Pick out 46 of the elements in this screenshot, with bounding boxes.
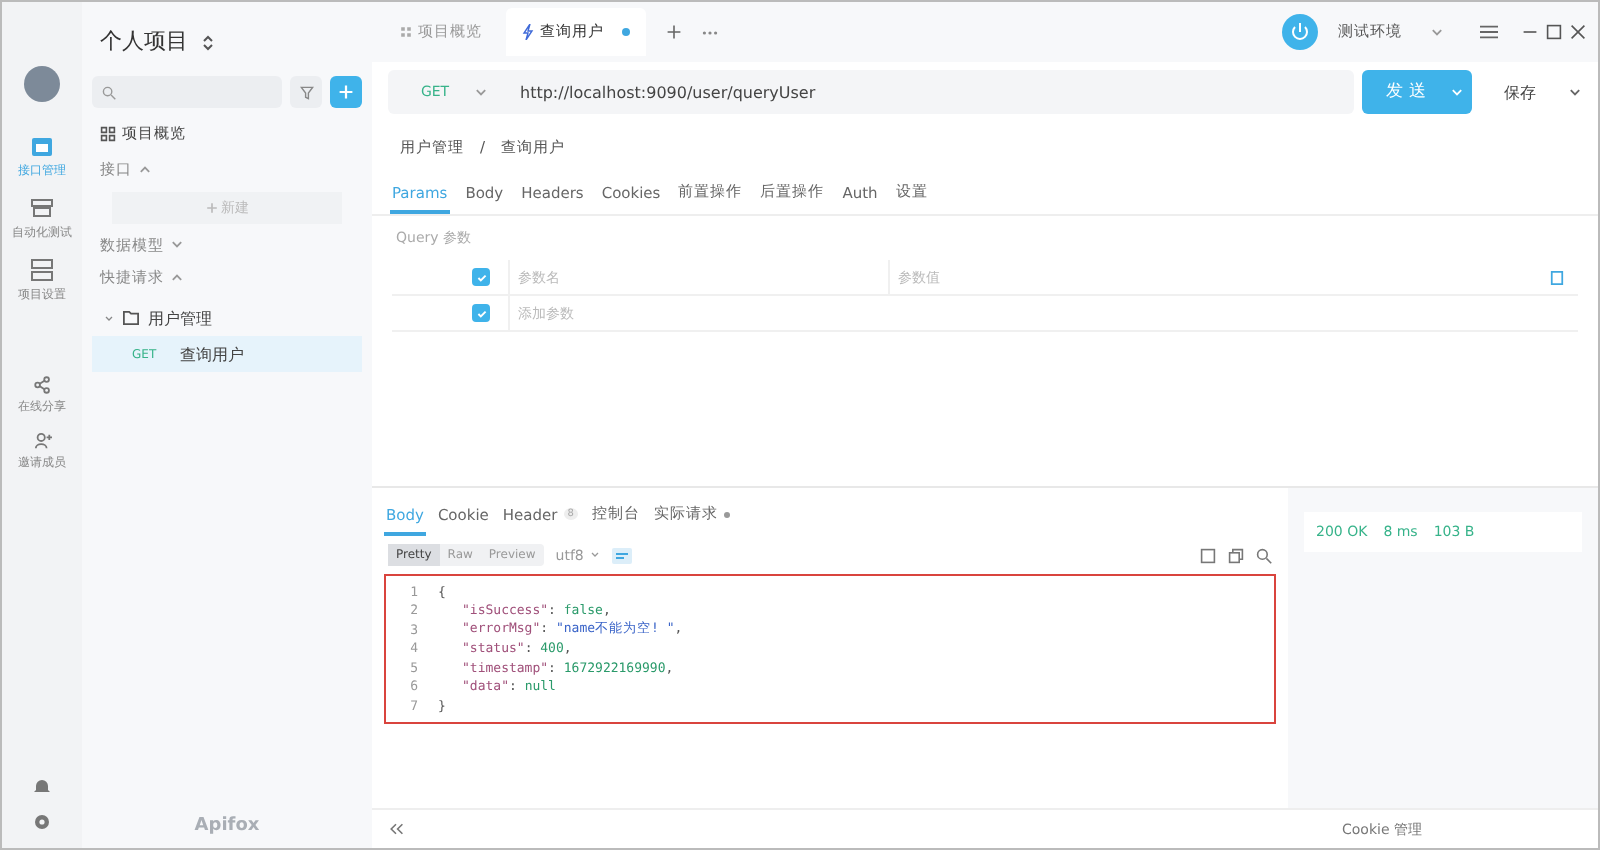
power-icon[interactable] (1282, 14, 1318, 50)
check-icon (475, 307, 487, 319)
add-button[interactable] (330, 76, 362, 108)
plus-icon[interactable] (666, 24, 682, 40)
server-icon (30, 258, 54, 282)
save-button[interactable]: 保存 (1480, 70, 1560, 114)
filter-icon (299, 85, 313, 99)
brand-logo: Apifox (192, 816, 262, 836)
check-icon (475, 271, 487, 283)
caret-down-icon (473, 85, 488, 99)
search-icon[interactable] (1256, 547, 1272, 563)
more-icon[interactable] (702, 29, 718, 35)
checkbox[interactable] (472, 304, 490, 322)
plus-icon (338, 84, 354, 100)
grid-icon (400, 26, 412, 38)
close-icon[interactable] (1570, 24, 1586, 40)
share-icon (33, 376, 51, 394)
project-title[interactable]: 个人项目 (92, 22, 196, 64)
list-icon (30, 196, 54, 220)
caret-up-icon (138, 161, 152, 175)
collapse-icon[interactable] (388, 822, 404, 836)
filter-button[interactable] (290, 76, 322, 108)
url-field[interactable]: http://localhost:9090/user/queryUser (520, 70, 1354, 114)
copy-icon[interactable] (1228, 547, 1244, 563)
grid-icon (100, 126, 116, 142)
lightning-icon (522, 24, 534, 40)
caret-up-icon (170, 269, 184, 283)
avatar[interactable] (24, 66, 60, 102)
dropdown-caret-icon (1568, 85, 1582, 99)
maximize-icon[interactable] (1546, 24, 1562, 40)
search-field[interactable] (92, 76, 282, 108)
caret-down-icon (104, 313, 114, 323)
wrap-icon[interactable] (611, 547, 632, 563)
caret-down-icon (170, 237, 184, 251)
bell-icon[interactable] (32, 776, 52, 796)
sort-arrows-icon[interactable] (202, 34, 214, 52)
folder-icon (122, 310, 140, 326)
caret-down-icon (589, 550, 600, 560)
caret-down-icon (1430, 25, 1444, 39)
caret-down-icon (1450, 85, 1464, 99)
add-user-icon (33, 432, 51, 450)
search-icon (102, 85, 116, 99)
folder-item[interactable]: 用户管理 (92, 300, 362, 336)
plus-icon (205, 202, 217, 214)
menu-icon[interactable] (1480, 24, 1498, 40)
checkbox[interactable] (472, 268, 490, 286)
